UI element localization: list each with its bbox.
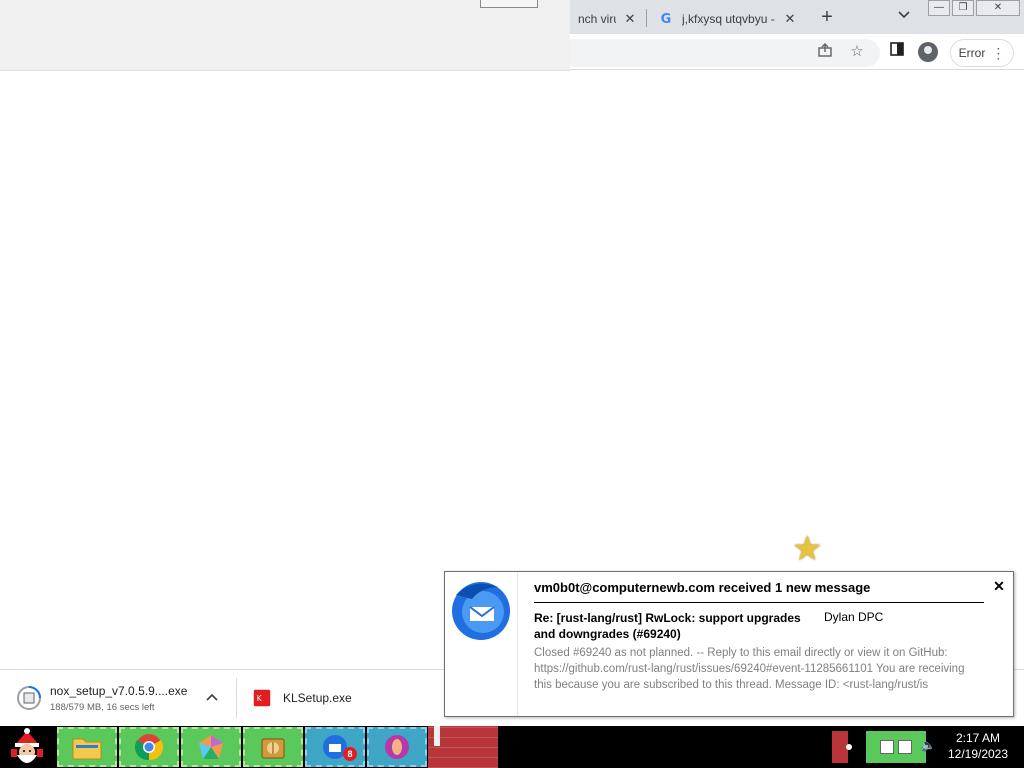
tab-close-icon[interactable]: ✕ (782, 11, 798, 27)
system-clock[interactable]: 2:17 AM 12/19/2023 (940, 730, 1016, 762)
volume-icon[interactable]: 🔈 (920, 738, 936, 754)
window-close-button[interactable]: ✕ (976, 0, 1020, 16)
network-icon[interactable] (880, 740, 894, 754)
notification-title: vm0b0t@computernewb.com received 1 new m… (534, 580, 984, 603)
santa-start-icon (11, 728, 43, 763)
christmas-star-icon: ★ (792, 530, 823, 568)
minimize-button[interactable]: — (928, 0, 950, 16)
download-item-nox[interactable]: nox_setup_v7.0.5.9....exe 188/579 MB, 16… (17, 670, 187, 726)
notification-sender: Dylan DPC (824, 610, 884, 624)
installer-file-icon (17, 686, 41, 710)
download-separator (236, 678, 237, 718)
kaspersky-file-icon: K (253, 689, 271, 707)
pinwheel-icon (199, 735, 223, 759)
clock-time: 2:17 AM (955, 731, 1001, 745)
start-button[interactable] (0, 726, 54, 768)
opera-icon (385, 735, 409, 759)
google-icon: G (660, 11, 672, 27)
archive-icon (261, 738, 285, 759)
tab-virus[interactable]: nch virus ✕ (570, 4, 646, 34)
error-button-label: Error (958, 46, 986, 60)
unread-badge: 8 (343, 747, 357, 761)
profile-icon[interactable] (918, 42, 938, 62)
download-progress-text: 188/579 MB, 16 secs left (50, 701, 155, 713)
taskbar-opera[interactable] (367, 727, 427, 767)
overlapping-window[interactable] (0, 0, 570, 71)
side-panel-icon[interactable] (887, 42, 907, 62)
taskbar-chrome[interactable] (119, 727, 179, 767)
overlay-window-button[interactable] (480, 0, 538, 8)
notification-body: Closed #69240 as not planned. -- Reply t… (534, 647, 965, 691)
menu-icon: ⋮ (991, 45, 1006, 61)
chevron-up-icon[interactable] (206, 690, 218, 704)
restore-button[interactable]: ❐ (952, 0, 974, 16)
taskbar-marker (434, 726, 440, 746)
taskbar-thunderbird[interactable]: 8 (305, 727, 365, 767)
tab-search[interactable]: G j,kfxysq utqvbyu - ✕ (650, 4, 806, 34)
chrome-icon (135, 734, 163, 761)
system-tray-icons[interactable] (866, 731, 926, 763)
download-filename: nox_setup_v7.0.5.9....exe (50, 683, 188, 698)
display-icon[interactable] (898, 740, 912, 754)
tab-separator (646, 9, 647, 27)
new-tab-button[interactable]: + (814, 6, 840, 28)
taskbar-app-archive[interactable] (243, 727, 303, 767)
bookmark-star-icon[interactable]: ☆ (847, 42, 867, 62)
notification-subject: Re: [rust-lang/rust] RwLock: support upg… (534, 611, 801, 641)
clock-date: 12/19/2023 (947, 747, 1009, 761)
notification-icon-pane (445, 572, 518, 716)
taskbar: 8 🔈 2:17 AM 12/19/2023 (0, 726, 1024, 768)
taskbar-app-pinwheel[interactable] (181, 727, 241, 767)
download-item-klsetup[interactable]: K KLSetup.exe (253, 670, 352, 726)
tab-search-chevron-icon[interactable] (894, 8, 914, 26)
close-icon[interactable]: ✕ (991, 578, 1007, 594)
thunderbird-notification[interactable]: vm0b0t@computernewb.com received 1 new m… (444, 571, 1014, 717)
folder-icon (72, 738, 102, 760)
error-button[interactable]: Error ⋮ (950, 39, 1014, 67)
tray-indicator-dot (846, 744, 852, 750)
window-controls: — ❐ ✕ (928, 0, 1020, 18)
download-filename: KLSetup.exe (283, 691, 352, 705)
tab-close-icon[interactable]: ✕ (622, 11, 638, 27)
thunderbird-icon (452, 582, 510, 640)
tab-title: j,kfxysq utqvbyu - (682, 12, 775, 26)
share-icon[interactable] (815, 42, 835, 62)
tab-title: nch virus (578, 12, 616, 26)
taskbar-file-explorer[interactable] (57, 727, 117, 767)
